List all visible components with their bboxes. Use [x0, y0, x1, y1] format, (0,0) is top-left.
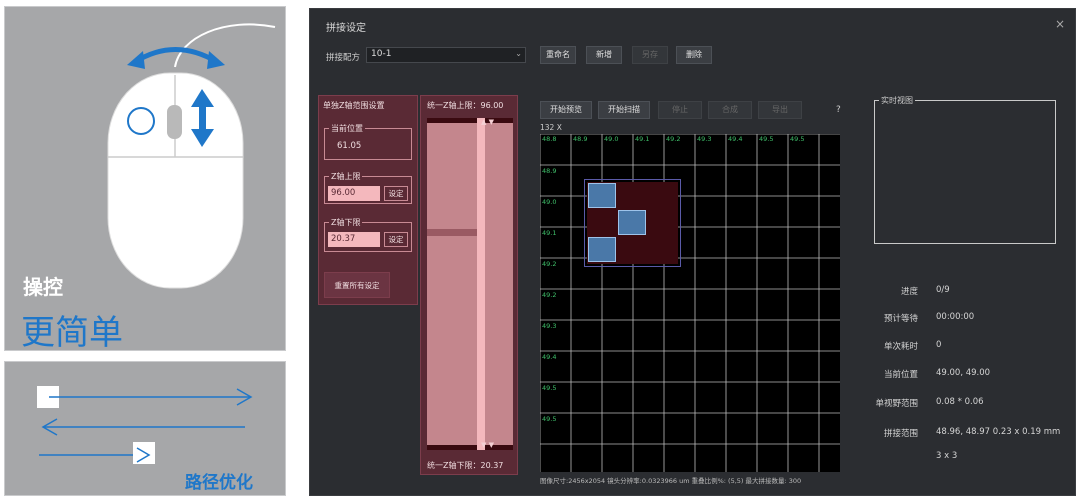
- promo-route-panel: 路径优化: [4, 361, 286, 496]
- z-slider-handle[interactable]: [427, 229, 477, 236]
- reset-all-button[interactable]: 重置所有设定: [324, 272, 390, 298]
- grid-y-label: 49.5: [542, 415, 557, 423]
- z-upper-label: Z轴上限: [329, 171, 363, 182]
- info-value: 0/9: [936, 285, 950, 295]
- single-z-title: 单独Z轴范围设置: [323, 101, 385, 110]
- grid-y-label: 49.4: [542, 353, 557, 361]
- grid-y-label: 49.5: [542, 384, 557, 392]
- promo-mouse-panel: 操控 更简单: [4, 6, 286, 353]
- scan-tiles: [587, 182, 678, 264]
- grid-y-label: 49.2: [542, 260, 557, 268]
- delete-button[interactable]: 删除: [676, 46, 712, 64]
- unified-z-lower-label: 统一Z轴下限：20.37: [427, 461, 504, 470]
- grid-y-label: 49.2: [542, 291, 557, 299]
- start-preview-button[interactable]: 开始预览: [540, 101, 592, 119]
- start-scan-button[interactable]: 开始扫描: [598, 101, 650, 119]
- grid-x-label: 49.0: [604, 135, 619, 143]
- info-label: 拼接范围: [883, 429, 918, 439]
- grid-x-label: 48.9: [573, 135, 588, 143]
- z-lower-set-button[interactable]: 设定: [384, 232, 408, 247]
- grid-corner-label: 132 X: [540, 123, 562, 132]
- rename-button[interactable]: 重命名: [540, 46, 576, 64]
- current-position-value: 61.05: [337, 141, 362, 151]
- recipe-label: 拼接配方: [326, 53, 361, 63]
- grid-footer: 图像尺寸:2456x2054 镜头分辨率:0.0323966 um 重叠比例%:…: [540, 477, 802, 485]
- single-z-range-panel: 单独Z轴范围设置 当前位置 61.05 Z轴上限 96.00 设定 Z轴下限 2…: [318, 95, 418, 305]
- grid-y-label: 49.0: [542, 198, 557, 206]
- grid-x-label: 49.5: [790, 135, 805, 143]
- z-lower-group: Z轴下限 20.37 设定: [324, 217, 412, 252]
- scan-tile[interactable]: [588, 183, 616, 208]
- promo-route-text: 路径优化: [185, 473, 253, 493]
- grid-x-label: 49.5: [759, 135, 774, 143]
- grid-x-label: 48.8: [542, 135, 557, 143]
- recipe-select-value: 10-1: [371, 49, 392, 59]
- z-upper-input[interactable]: 96.00: [328, 186, 380, 201]
- close-icon[interactable]: ×: [1055, 17, 1065, 31]
- info-value: 0: [936, 340, 942, 350]
- grid-y-label: 49.3: [542, 322, 557, 330]
- z-slider-track[interactable]: ▲ ▼ ▼ ▼: [427, 118, 513, 450]
- merge-button[interactable]: 合成: [708, 101, 752, 119]
- scan-tile[interactable]: [648, 237, 676, 262]
- grid-x-label: 49.3: [697, 135, 712, 143]
- info-label: 当前位置: [883, 370, 918, 380]
- stitch-settings-window: 拼接设定 × 拼接配方 10-1 ⌄ 重命名 新增 另存 删除 单独Z轴范围设置…: [309, 8, 1076, 496]
- stop-button[interactable]: 停止: [658, 101, 702, 119]
- scan-tile[interactable]: [588, 237, 616, 262]
- scan-tile[interactable]: [648, 210, 676, 235]
- z-lower-input[interactable]: 20.37: [328, 232, 380, 247]
- window-title: 拼接设定: [326, 23, 366, 34]
- promo-control-big: 更简单: [21, 313, 123, 353]
- scan-tile[interactable]: [648, 183, 676, 208]
- grid-x-label: 49.1: [635, 135, 650, 143]
- current-position-group: 当前位置 61.05: [324, 123, 412, 160]
- z-slider-scrollbar[interactable]: [477, 118, 485, 450]
- grid-y-label: 48.9: [542, 167, 557, 175]
- chevron-down-icon: ⌄: [515, 49, 522, 58]
- scroll-down-icon[interactable]: ▼ ▼: [481, 441, 494, 449]
- grid-x-label: 49.2: [666, 135, 681, 143]
- info-value: 48.96, 48.97 0.23 x 0.19 mm: [936, 427, 1061, 437]
- help-icon[interactable]: ?: [836, 105, 841, 115]
- unified-z-upper-label: 统一Z轴上限：96.00: [427, 101, 504, 110]
- scan-tile[interactable]: [618, 237, 646, 262]
- promo-control-small: 操控: [23, 275, 63, 299]
- info-label: 单视野范围: [875, 399, 918, 409]
- export-button[interactable]: 导出: [758, 101, 802, 119]
- info-value: 49.00, 49.00: [936, 368, 991, 378]
- scan-tile[interactable]: [618, 210, 646, 235]
- grid-x-label: 49.4: [728, 135, 743, 143]
- mouse-illustration-icon: [107, 23, 276, 289]
- info-value: 3 x 3: [936, 451, 958, 461]
- scan-grid[interactable]: 48.8 48.9 49.0 49.1 49.2 49.3 49.4 49.5 49.5 48.…: [540, 134, 840, 472]
- scan-tile[interactable]: [618, 183, 646, 208]
- unified-z-panel: 统一Z轴上限：96.00 ▲ ▼ ▼ ▼ 统一Z轴下限：20.37: [420, 95, 518, 475]
- info-label: 预计等待: [883, 314, 918, 324]
- recipe-select[interactable]: 10-1 ⌄: [366, 47, 526, 63]
- save-as-button[interactable]: 另存: [632, 46, 668, 64]
- z-upper-group: Z轴上限 96.00 设定: [324, 171, 412, 204]
- info-value: 0.08 * 0.06: [936, 397, 984, 407]
- scan-tile[interactable]: [588, 210, 616, 235]
- current-position-label: 当前位置: [329, 123, 365, 134]
- add-button[interactable]: 新增: [586, 46, 622, 64]
- live-view-frame: 实时视图: [874, 95, 1056, 244]
- z-upper-set-button[interactable]: 设定: [384, 186, 408, 201]
- grid-y-label: 49.1: [542, 229, 557, 237]
- z-lower-label: Z轴下限: [329, 217, 363, 228]
- info-value: 00:00:00: [936, 312, 975, 322]
- scroll-up-icon[interactable]: ▲ ▼: [481, 118, 494, 126]
- info-label: 单次耗时: [883, 342, 918, 352]
- live-view-label: 实时视图: [879, 95, 915, 106]
- info-label: 进度: [900, 287, 918, 297]
